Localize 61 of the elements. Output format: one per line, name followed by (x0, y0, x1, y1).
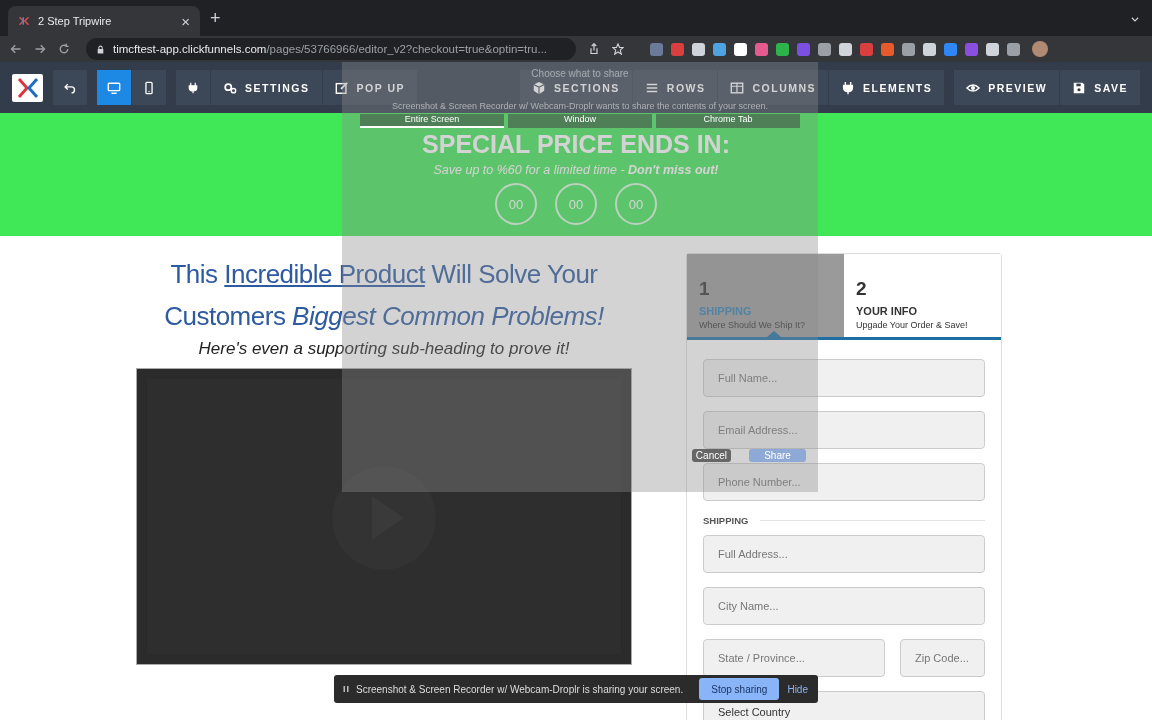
phone-icon (142, 80, 156, 95)
input-field[interactable]: City Name... (703, 587, 985, 625)
countdown-circle: 00 (495, 183, 537, 225)
plug-icon (841, 80, 856, 95)
monitor-icon (107, 80, 121, 95)
device-toggle[interactable] (97, 70, 131, 105)
share-icon (588, 43, 600, 55)
headline: This Incredible Product Will Solve Your Customers Biggest Common Problems! (163, 258, 605, 333)
pause-icon (342, 684, 350, 694)
toolbar-button[interactable]: COLUMNS (718, 70, 829, 105)
dialog-title: Choose what to share (531, 68, 629, 79)
back-icon (10, 43, 22, 55)
chevron-down-icon (1130, 14, 1140, 24)
input-field[interactable]: Phone Number... (703, 463, 985, 501)
address-bar[interactable]: timcftest-app.clickfunnels.com/pages/53766966/editor_v2?checkout=true&optin=tru... (86, 38, 576, 60)
stop-sharing-button[interactable]: Stop sharing (699, 678, 780, 700)
sub-heading: Here's even a supporting sub-heading to prove it! (198, 339, 570, 359)
reload-icon (58, 43, 70, 55)
plug-button[interactable] (176, 70, 210, 105)
banner-subtitle: Save up to %60 for a limited time - Don't miss out! (433, 163, 719, 177)
undo-icon (64, 81, 76, 94)
extension-icon[interactable] (923, 42, 936, 56)
extension-icon[interactable] (692, 42, 705, 56)
save-icon (1072, 80, 1087, 95)
new-tab-button[interactable]: + (210, 7, 221, 29)
cube-icon (532, 80, 547, 95)
sharing-message: Screenshot & Screen Recorder w/ Webcam-Droplr is sharing your screen. (356, 683, 685, 695)
input-field[interactable]: Email Address... (703, 411, 985, 449)
extension-icon[interactable] (986, 42, 999, 56)
browser-tab[interactable]: 2 Step Tripwire × (8, 6, 200, 36)
headline-link[interactable]: Incredible Product (224, 259, 425, 289)
input-field[interactable]: Full Name... (703, 359, 985, 397)
columns-icon (730, 80, 745, 95)
cancel-button[interactable]: Cancel (691, 449, 731, 462)
countdown-circle: 00 (555, 183, 597, 225)
input-field[interactable]: State / Province... (703, 639, 885, 677)
save-button[interactable]: SAVE (1060, 70, 1140, 105)
forward-icon (34, 43, 46, 55)
input-field[interactable]: Zip Code... (900, 639, 985, 677)
share-tab[interactable]: Entire Screen (360, 114, 504, 128)
logo-icon (18, 15, 30, 27)
input-field[interactable]: Full Address... (703, 535, 985, 573)
toolbar-button[interactable]: ELEMENTS (829, 70, 945, 105)
undo-button[interactable] (53, 70, 87, 105)
toolbar-button[interactable]: SETTINGS (211, 70, 322, 105)
lock-icon (96, 44, 105, 54)
star-icon (612, 43, 624, 55)
countdown-circle: 00 (615, 183, 657, 225)
section-label: SHIPPING (703, 515, 749, 526)
banner-title: SPECIAL PRICE ENDS IN: (422, 130, 730, 159)
share-tab[interactable]: Chrome Tab (656, 114, 800, 128)
edit-icon (334, 80, 349, 95)
close-tab-button[interactable]: × (181, 12, 190, 30)
logo-icon[interactable] (12, 73, 43, 102)
preview-button[interactable]: PREVIEW (954, 70, 1060, 105)
plug-icon (187, 81, 199, 94)
device-toggle[interactable] (132, 70, 166, 105)
share-tab[interactable]: Window (508, 114, 652, 128)
extension-icon[interactable] (734, 42, 747, 56)
avatar-icon[interactable] (1032, 41, 1048, 57)
extension-icon[interactable] (839, 42, 852, 56)
